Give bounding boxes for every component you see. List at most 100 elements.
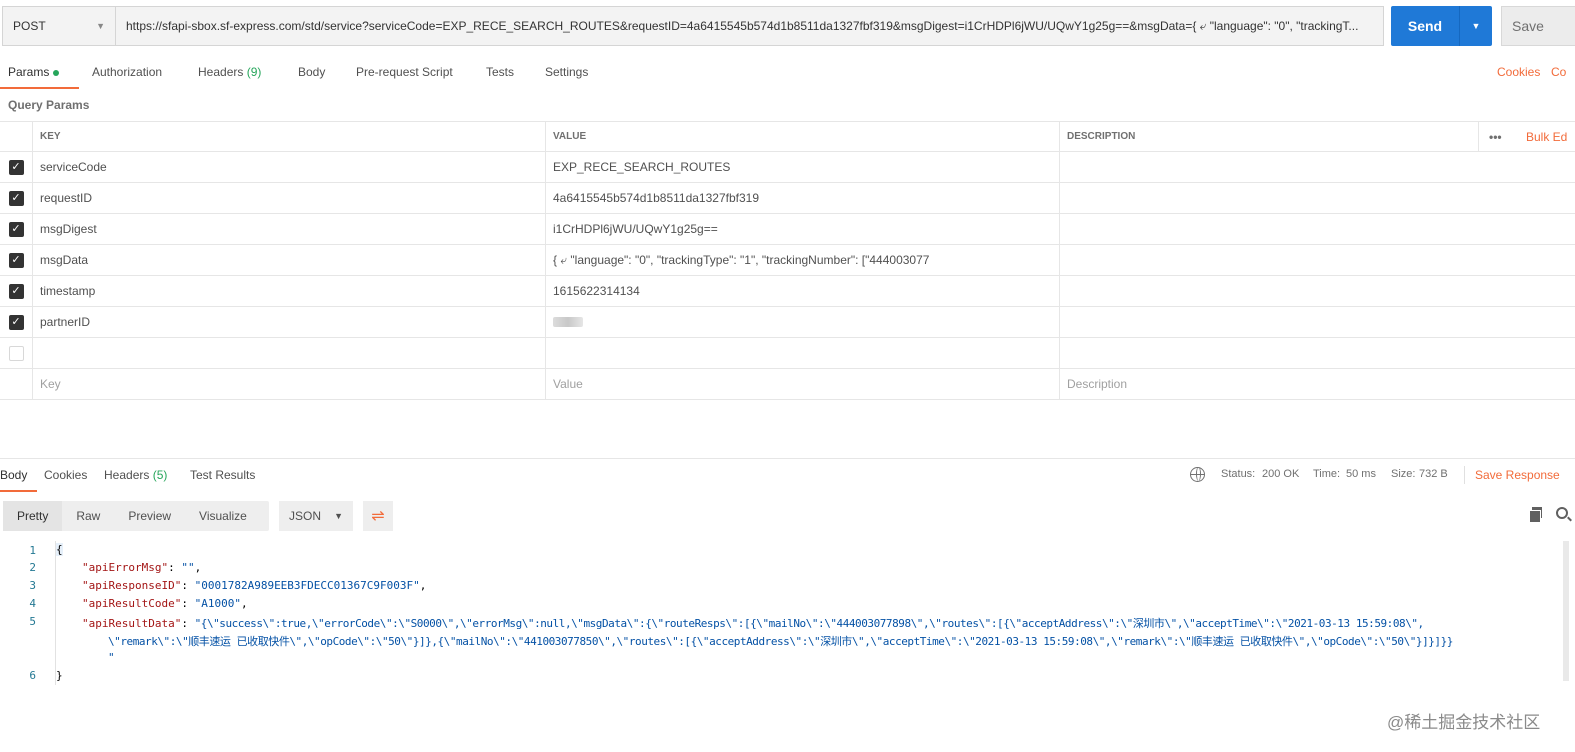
param-key[interactable]: serviceCode <box>33 152 546 182</box>
status-value[interactable]: 200 OK <box>1262 468 1299 480</box>
param-value[interactable]: 4a6415545b574d1b8511da1327fbf319 <box>546 183 1060 213</box>
row-checkbox-cell: ✓ <box>0 214 33 244</box>
method-select[interactable]: POST ▼ <box>2 6 116 46</box>
view-pretty[interactable]: Pretty <box>3 501 63 531</box>
tab-headers-label: Headers <box>198 65 244 79</box>
param-key[interactable]: timestamp <box>33 276 546 306</box>
checkbox-checked-icon[interactable]: ✓ <box>8 283 24 299</box>
globe-icon[interactable] <box>1190 467 1205 482</box>
view-visualize[interactable]: Visualize <box>185 501 261 531</box>
save-response-button[interactable]: Save Response <box>1475 468 1560 482</box>
chevron-down-icon: ▼ <box>334 511 343 521</box>
param-description[interactable] <box>1060 307 1575 337</box>
save-button[interactable]: Save <box>1501 6 1575 46</box>
row-checkbox-cell: ✓ <box>0 276 33 306</box>
checkbox-checked-icon[interactable]: ✓ <box>8 252 24 268</box>
json-key: "apiErrorMsg" <box>82 561 169 574</box>
param-key[interactable]: requestID <box>33 183 546 213</box>
row-checkbox-cell: ✓ <box>0 245 33 275</box>
param-description[interactable] <box>1060 245 1575 275</box>
line-number: 2 <box>29 561 36 574</box>
column-header-key: KEY <box>33 122 546 151</box>
tab-pre-request-script[interactable]: Pre-request Script <box>356 65 453 79</box>
cookies-link[interactable]: Cookies <box>1497 65 1540 79</box>
line-number: 6 <box>29 669 36 682</box>
param-key[interactable] <box>33 338 546 368</box>
new-value-input[interactable]: Value <box>546 369 1060 399</box>
vertical-scrollbar[interactable] <box>1563 541 1569 681</box>
param-key[interactable]: partnerID <box>33 307 546 337</box>
param-value[interactable]: i1CrHDPl6jWU/UQwY1g25g== <box>546 214 1060 244</box>
query-params-table: KEY VALUE DESCRIPTION ••• Bulk Ed ✓ serv… <box>0 121 1575 400</box>
bulk-edit-link[interactable]: Bulk Ed <box>1526 122 1567 151</box>
table-header: KEY VALUE DESCRIPTION ••• Bulk Ed <box>0 121 1575 152</box>
checkbox-checked-icon[interactable]: ✓ <box>8 190 24 206</box>
row-checkbox-cell: ✓ <box>0 183 33 213</box>
table-row: ✓ partnerID <box>0 307 1575 338</box>
row-checkbox-cell: ✓ <box>0 307 33 337</box>
response-tab-body[interactable]: Body <box>0 468 27 482</box>
tab-body[interactable]: Body <box>298 65 325 79</box>
param-value-redacted[interactable] <box>546 307 1060 337</box>
format-label: JSON <box>289 509 322 523</box>
view-mode-selector: Pretty Raw Preview Visualize <box>3 501 269 531</box>
tab-params-label: Params <box>8 65 50 79</box>
response-tab-test-results[interactable]: Test Results <box>190 468 255 482</box>
json-key: "apiResponseID" <box>82 579 182 592</box>
tab-settings[interactable]: Settings <box>545 65 588 79</box>
search-icon[interactable] <box>1556 507 1568 519</box>
param-description[interactable] <box>1060 152 1575 182</box>
new-description-input[interactable]: Description <box>1060 369 1575 399</box>
code-line-4: "apiResultCode": "A1000", <box>82 597 248 610</box>
table-row: ✓ requestID 4a6415545b574d1b8511da1327fb… <box>0 183 1575 214</box>
param-value[interactable]: EXP_RECE_SEARCH_ROUTES <box>546 152 1060 182</box>
view-raw[interactable]: Raw <box>62 501 114 531</box>
header-check-cell <box>0 122 33 151</box>
url-input[interactable]: https://sfapi-sbox.sf-express.com/std/se… <box>116 6 1384 46</box>
status-label: Status: <box>1221 468 1256 480</box>
request-url-bar: POST ▼ https://sfapi-sbox.sf-express.com… <box>2 6 1575 46</box>
indent-guide <box>55 541 56 685</box>
param-description[interactable] <box>1060 338 1575 368</box>
send-button[interactable]: Send ▼ <box>1391 6 1492 46</box>
checkbox-checked-icon[interactable]: ✓ <box>8 221 24 237</box>
time-label: Time: <box>1313 468 1341 480</box>
checkbox-checked-icon[interactable]: ✓ <box>8 159 24 175</box>
param-description[interactable] <box>1060 276 1575 306</box>
more-options-icon[interactable]: ••• <box>1478 122 1502 151</box>
tab-authorization[interactable]: Authorization <box>92 65 162 79</box>
tab-params[interactable]: Params <box>8 65 60 79</box>
new-key-input[interactable]: Key <box>33 369 546 399</box>
row-checkbox-cell: ✓ <box>0 152 33 182</box>
table-row-empty <box>0 338 1575 369</box>
response-divider <box>0 458 1575 459</box>
time-value[interactable]: 50 ms <box>1346 468 1376 480</box>
response-tab-cookies[interactable]: Cookies <box>44 468 87 482</box>
wrap-lines-icon[interactable]: ⇌ <box>363 501 393 531</box>
param-value[interactable]: { ⤶ "language": "0", "trackingType": "1"… <box>546 245 1060 275</box>
tab-headers[interactable]: Headers (9) <box>198 65 261 79</box>
tab-tests[interactable]: Tests <box>486 65 514 79</box>
json-key: "apiResultCode" <box>82 597 182 610</box>
size-value[interactable]: 732 B <box>1419 468 1448 480</box>
send-options-chevron-icon[interactable]: ▼ <box>1460 21 1492 31</box>
view-preview[interactable]: Preview <box>114 501 185 531</box>
param-key[interactable]: msgData <box>33 245 546 275</box>
code-link[interactable]: Co <box>1551 65 1566 79</box>
row-checkbox-cell <box>0 369 33 399</box>
param-description[interactable] <box>1060 183 1575 213</box>
param-key[interactable]: msgDigest <box>33 214 546 244</box>
param-value[interactable]: 1615622314134 <box>546 276 1060 306</box>
param-value[interactable] <box>546 338 1060 368</box>
copy-icon[interactable] <box>1529 507 1542 523</box>
response-tab-indicator <box>0 490 37 492</box>
json-value: "0001782A989EEB3FDECC01367C9F003F" <box>194 579 420 592</box>
table-row: ✓ serviceCode EXP_RECE_SEARCH_ROUTES <box>0 152 1575 183</box>
format-select[interactable]: JSON ▼ <box>279 501 353 531</box>
headers-count: (9) <box>246 65 262 79</box>
response-tab-headers[interactable]: Headers (5) <box>104 468 167 482</box>
send-button-label: Send <box>1407 18 1443 34</box>
checkbox-checked-icon[interactable]: ✓ <box>8 314 24 330</box>
checkbox-unchecked-icon[interactable] <box>8 345 24 361</box>
param-description[interactable] <box>1060 214 1575 244</box>
